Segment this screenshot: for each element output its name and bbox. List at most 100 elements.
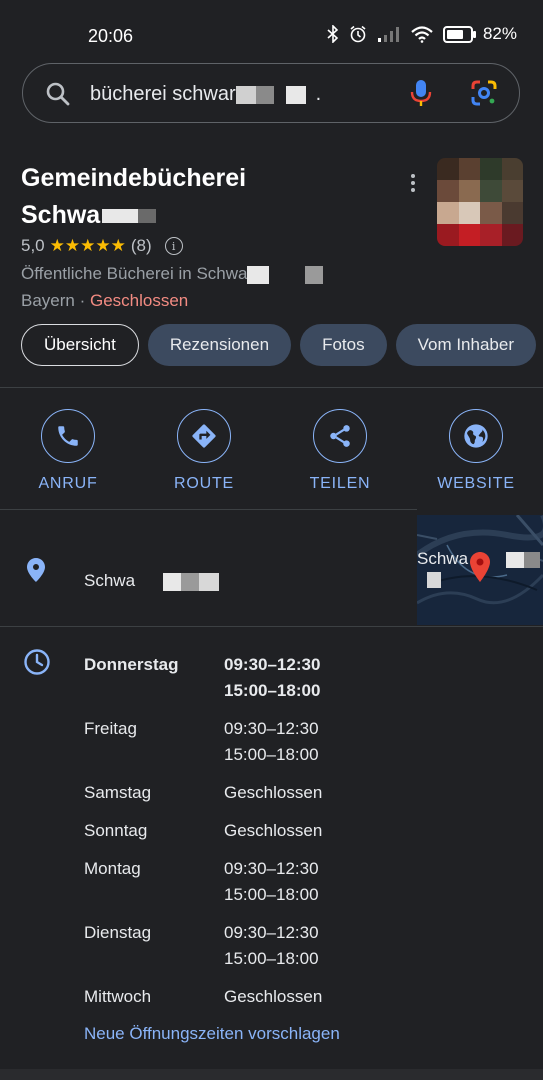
place-category: Öffentliche Bücherei in Schwa <box>21 264 324 284</box>
hours-times: Geschlossen <box>224 984 322 1010</box>
redacted-block <box>163 572 182 591</box>
call-button[interactable]: ANRUF <box>13 409 123 493</box>
status-time: 20:06 <box>88 26 134 46</box>
alarm-icon <box>350 25 366 43</box>
website-button-circle[interactable] <box>449 409 503 463</box>
share-button-circle[interactable] <box>313 409 367 463</box>
hours-time-range: 15:00–18:00 <box>224 745 319 764</box>
hours-times: 09:30–12:30 15:00–18:00 <box>224 856 319 908</box>
hours-row: Donnerstag 09:30–12:30 15:00–18:00 <box>84 652 384 704</box>
globe-icon <box>464 424 488 448</box>
opening-hours-table[interactable]: Donnerstag 09:30–12:30 15:00–18:00 Freitag 0… <box>84 652 384 1022</box>
battery-icon <box>442 25 476 43</box>
hours-time-range: Geschlossen <box>224 987 323 1006</box>
hours-row: Sonntag Geschlossen <box>84 818 384 844</box>
hours-times: 09:30–12:30 15:00–18:00 <box>224 920 319 972</box>
info-icon[interactable]: i <box>164 237 183 255</box>
hours-row: Montag 09:30–12:30 15:00–18:00 <box>84 856 384 908</box>
hours-times: Geschlossen <box>224 818 322 844</box>
place-title-line2-text: Schwa <box>21 201 101 229</box>
hours-time-range: Geschlossen <box>224 783 323 802</box>
map-label-text: Schwa <box>417 549 469 568</box>
battery-level <box>446 29 464 39</box>
call-label: ANRUF <box>38 475 98 492</box>
route-label: ROUTE <box>174 475 234 492</box>
redacted-block <box>247 265 270 284</box>
status-icons: 82% <box>327 24 517 44</box>
place-region-text: Bayern <box>21 291 75 310</box>
more-vert-icon[interactable] <box>407 172 419 194</box>
hours-day: Mittwoch <box>84 987 152 1006</box>
redacted-block <box>305 265 324 284</box>
hours-times: 09:30–12:30 15:00–18:00 <box>224 652 320 704</box>
redacted-block <box>199 572 220 591</box>
hours-time-range: 09:30–12:30 <box>224 655 321 674</box>
suggest-hours-link[interactable]: Neue Öffnungszeiten vorschlagen <box>84 1024 340 1044</box>
battery-percent: 82% <box>482 24 517 43</box>
hours-row: Mittwoch Geschlossen <box>84 984 384 1010</box>
rating-row: 5,0 ★★★★★ (8) i <box>21 236 183 256</box>
bluetooth-icon <box>327 25 339 43</box>
region-separator: · <box>74 291 90 310</box>
hours-time-range: Geschlossen <box>224 821 323 840</box>
tab-reviews[interactable]: Rezensionen <box>147 324 292 366</box>
call-button-circle[interactable] <box>41 409 95 463</box>
redacted-block <box>102 209 139 224</box>
hours-row: Dienstag 09:30–12:30 15:00–18:00 <box>84 920 384 972</box>
tab-from-owner[interactable]: Vom Inhaber <box>395 324 536 366</box>
hours-time-range: 15:00–18:00 <box>224 885 319 904</box>
search-query: bücherei schwar <box>90 83 236 105</box>
address-line[interactable]: Schwa <box>84 571 220 591</box>
mic-icon[interactable] <box>410 78 432 108</box>
hours-time-range: 15:00–18:00 <box>224 681 321 700</box>
tab-photos[interactable]: Fotos <box>300 324 387 366</box>
divider <box>0 509 417 510</box>
open-status: Geschlossen <box>89 291 189 310</box>
place-photo-thumbnail[interactable] <box>437 158 523 246</box>
bottom-sheet-edge <box>0 1069 543 1080</box>
address-text: Schwa <box>84 571 136 590</box>
search-bar[interactable]: bücherei schwar. <box>22 63 520 123</box>
share-button[interactable]: TEILEN <box>285 409 395 493</box>
place-category-text: Öffentliche Bücherei in Schwa <box>21 264 248 283</box>
map-preview[interactable]: Schwa <box>417 515 543 625</box>
hours-time-range: 09:30–12:30 <box>224 859 319 878</box>
search-icon[interactable] <box>45 81 71 107</box>
hours-day: Samstag <box>84 783 152 802</box>
map-marker-icon <box>470 552 490 582</box>
search-query-suffix: . <box>315 83 322 105</box>
redacted-block <box>524 551 541 568</box>
review-count[interactable]: (8) <box>131 236 152 256</box>
place-tabs: Übersicht Rezensionen Fotos Vom Inhaber <box>21 324 536 366</box>
route-button[interactable]: ROUTE <box>149 409 259 493</box>
hours-time-range: 09:30–12:30 <box>224 923 319 942</box>
website-button[interactable]: WEBSITE <box>421 409 531 493</box>
hours-day: Donnerstag <box>84 655 179 674</box>
share-label: TEILEN <box>309 475 371 492</box>
redacted-block <box>138 209 157 224</box>
signal-icon <box>377 27 399 42</box>
wifi-icon <box>411 25 433 43</box>
hours-row: Freitag 09:30–12:30 15:00–18:00 <box>84 716 384 768</box>
redacted-block <box>285 85 306 104</box>
tab-overview[interactable]: Übersicht <box>21 324 139 366</box>
location-pin-icon <box>27 558 45 582</box>
search-input[interactable]: bücherei schwar. <box>90 83 321 106</box>
hours-time-range: 15:00–18:00 <box>224 949 319 968</box>
google-lens-icon[interactable] <box>469 78 499 108</box>
divider <box>0 387 543 388</box>
share-icon <box>330 425 350 447</box>
place-title: Gemeindebücherei Schwa <box>21 160 401 234</box>
hours-times: Geschlossen <box>224 780 322 806</box>
hours-row: Samstag Geschlossen <box>84 780 384 806</box>
redacted-block <box>255 85 274 104</box>
divider <box>0 626 543 627</box>
hours-day: Sonntag <box>84 821 148 840</box>
redacted-block <box>506 551 525 568</box>
website-label: WEBSITE <box>437 475 515 492</box>
rating-value: 5,0 <box>21 236 45 255</box>
redacted-block <box>427 571 441 588</box>
route-button-circle[interactable] <box>177 409 231 463</box>
clock-icon <box>24 649 50 675</box>
redacted-block <box>181 572 200 591</box>
